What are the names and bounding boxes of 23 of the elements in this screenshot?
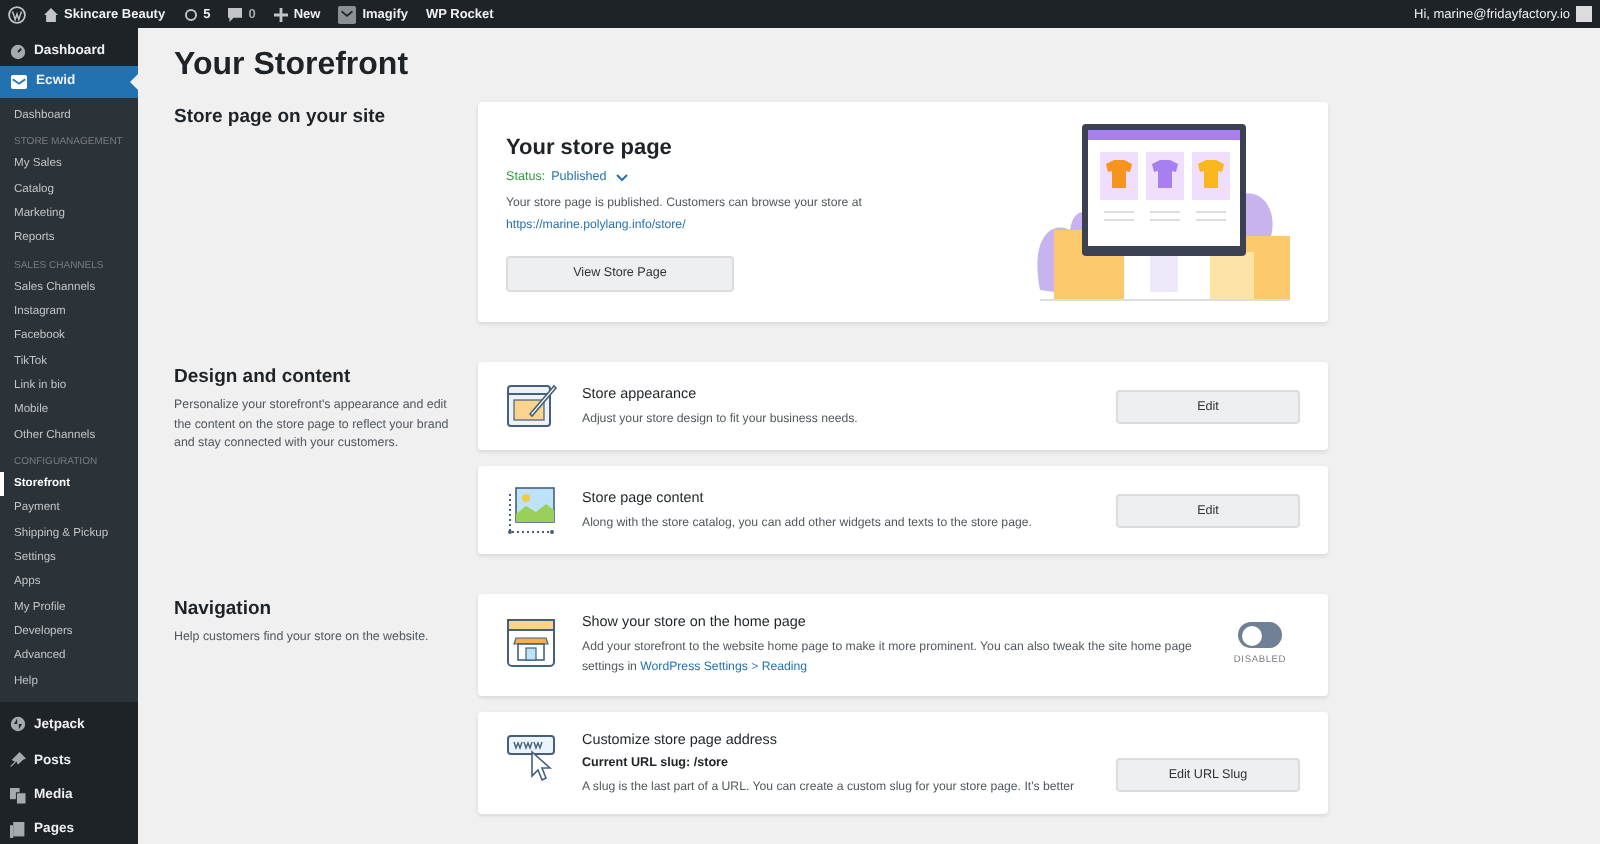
pushpin-icon — [10, 752, 26, 769]
home-icon — [44, 7, 58, 21]
avatar-icon — [1576, 6, 1592, 22]
page-title: Your Storefront — [174, 48, 411, 84]
comment-icon — [228, 7, 243, 21]
section-title: Design and content — [174, 366, 353, 388]
web-address-cursor-icon — [506, 729, 558, 781]
card-title: Your store page — [506, 136, 674, 161]
image-frame-icon — [506, 484, 558, 536]
plus-icon — [273, 7, 288, 21]
chevron-down-icon — [616, 173, 629, 182]
media-icon — [10, 787, 26, 803]
section-title: Navigation — [174, 598, 274, 620]
pages-icon — [10, 821, 26, 838]
store-window-icon — [506, 618, 558, 671]
section-title: Store page on your site — [174, 106, 388, 128]
bolt-circle-icon — [10, 716, 26, 733]
toggle-switch[interactable] — [1238, 622, 1282, 649]
gauge-icon — [10, 43, 26, 60]
envelope-icon — [10, 73, 28, 90]
window-pen-icon — [506, 380, 558, 432]
wordpress-logo-icon[interactable] — [8, 5, 26, 23]
image-tile-icon — [338, 5, 357, 23]
